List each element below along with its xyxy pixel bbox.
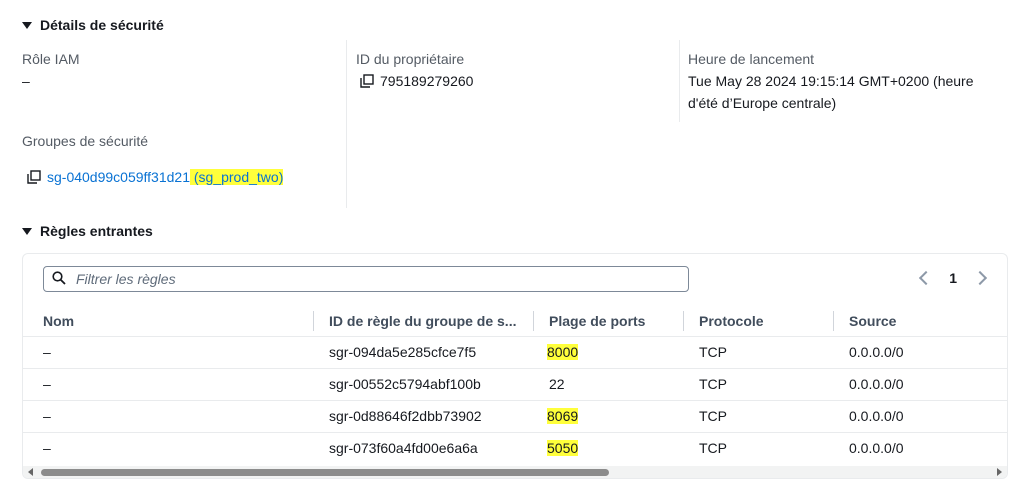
launch-time-line2: d'été d’Europe centrale): [688, 95, 837, 111]
column-divider: [679, 40, 680, 122]
security-group-name: (sg_prod_two): [189, 169, 284, 185]
owner-id-label: ID du propriétaire: [356, 51, 465, 67]
page-number[interactable]: 1: [949, 270, 957, 286]
cell-source: 0.0.0.0/0: [849, 344, 904, 360]
search-icon: [52, 270, 66, 288]
copy-icon[interactable]: [27, 170, 41, 184]
cell-rule-id: sgr-00552c5794abf100b: [329, 376, 481, 392]
cell-port-range: 22: [549, 376, 565, 392]
column-resizer[interactable]: [313, 311, 314, 331]
security-details-toggle[interactable]: Détails de sécurité: [22, 17, 164, 33]
cell-rule-id: sgr-073f60a4fd00e6a6a: [329, 440, 478, 456]
cell-port-range: 5050: [547, 440, 579, 456]
column-divider: [346, 40, 347, 208]
filter-rules-input[interactable]: [74, 270, 638, 288]
security-group-id: sg-040d99c059ff31d21: [47, 169, 190, 185]
cell-source: 0.0.0.0/0: [849, 440, 904, 456]
horizontal-scrollbar[interactable]: [23, 466, 1007, 478]
inbound-rules-toggle[interactable]: Règles entrantes: [22, 223, 153, 239]
cell-rule-id: sgr-0d88646f2dbb73902: [329, 408, 482, 424]
scroll-right-arrow-icon[interactable]: [997, 468, 1002, 476]
iam-role-label: Rôle IAM: [22, 51, 80, 67]
table-header: Nom ID de règle du groupe de s... Plage …: [23, 306, 1007, 337]
caret-down-icon: [22, 21, 32, 29]
chevron-left-icon[interactable]: [919, 270, 934, 286]
cell-name: –: [43, 440, 51, 456]
cell-name: –: [43, 344, 51, 360]
security-group-link[interactable]: sg-040d99c059ff31d21 (sg_prod_two): [47, 169, 284, 185]
launch-time-line1: Tue May 28 2024 19:15:14 GMT+0200 (heure: [688, 73, 974, 89]
cell-protocol: TCP: [699, 440, 727, 456]
scroll-left-arrow-icon[interactable]: [28, 468, 33, 476]
table-row[interactable]: – sgr-0d88646f2dbb73902 8069 TCP 0.0.0.0…: [23, 400, 1007, 433]
chevron-right-icon[interactable]: [972, 270, 988, 286]
column-resizer[interactable]: [533, 311, 534, 331]
owner-id-value: 795189279260: [360, 73, 473, 89]
cell-protocol: TCP: [699, 344, 727, 360]
cell-source: 0.0.0.0/0: [849, 408, 904, 424]
cell-protocol: TCP: [699, 376, 727, 392]
column-resizer[interactable]: [833, 311, 834, 331]
security-group-entry: sg-040d99c059ff31d21 (sg_prod_two): [27, 169, 284, 185]
cell-protocol: TCP: [699, 408, 727, 424]
table-row[interactable]: – sgr-073f60a4fd00e6a6a 5050 TCP 0.0.0.0…: [23, 432, 1007, 464]
cell-source: 0.0.0.0/0: [849, 376, 904, 392]
inbound-rules-heading: Règles entrantes: [40, 223, 153, 239]
scrollbar-thumb[interactable]: [41, 469, 609, 476]
column-header-source[interactable]: Source: [849, 306, 896, 336]
filter-rules-box[interactable]: [43, 266, 689, 292]
table-row[interactable]: – sgr-00552c5794abf100b 22 TCP 0.0.0.0/0: [23, 368, 1007, 401]
cell-name: –: [43, 408, 51, 424]
inbound-rules-table: 1 Nom ID de règle du groupe de s... Plag…: [22, 253, 1008, 479]
owner-id-text: 795189279260: [380, 73, 474, 89]
cell-name: –: [43, 376, 51, 392]
cell-rule-id: sgr-094da5e285cfce7f5: [329, 344, 477, 360]
security-groups-label: Groupes de sécurité: [22, 133, 149, 149]
column-resizer[interactable]: [683, 311, 684, 331]
cell-port-range: 8069: [547, 408, 579, 424]
caret-down-icon: [22, 227, 32, 235]
column-header-name[interactable]: Nom: [43, 306, 74, 336]
column-header-protocol[interactable]: Protocole: [699, 306, 764, 336]
launch-time-label: Heure de lancement: [688, 51, 815, 67]
table-row[interactable]: – sgr-094da5e285cfce7f5 8000 TCP 0.0.0.0…: [23, 336, 1007, 369]
pagination: 1: [919, 270, 988, 286]
column-header-port-range[interactable]: Plage de ports: [549, 306, 645, 336]
cell-port-range: 8000: [547, 344, 579, 360]
copy-icon[interactable]: [360, 74, 374, 88]
iam-role-value: –: [22, 73, 30, 89]
column-header-rule-id[interactable]: ID de règle du groupe de s...: [329, 306, 516, 336]
security-details-heading: Détails de sécurité: [40, 17, 164, 33]
